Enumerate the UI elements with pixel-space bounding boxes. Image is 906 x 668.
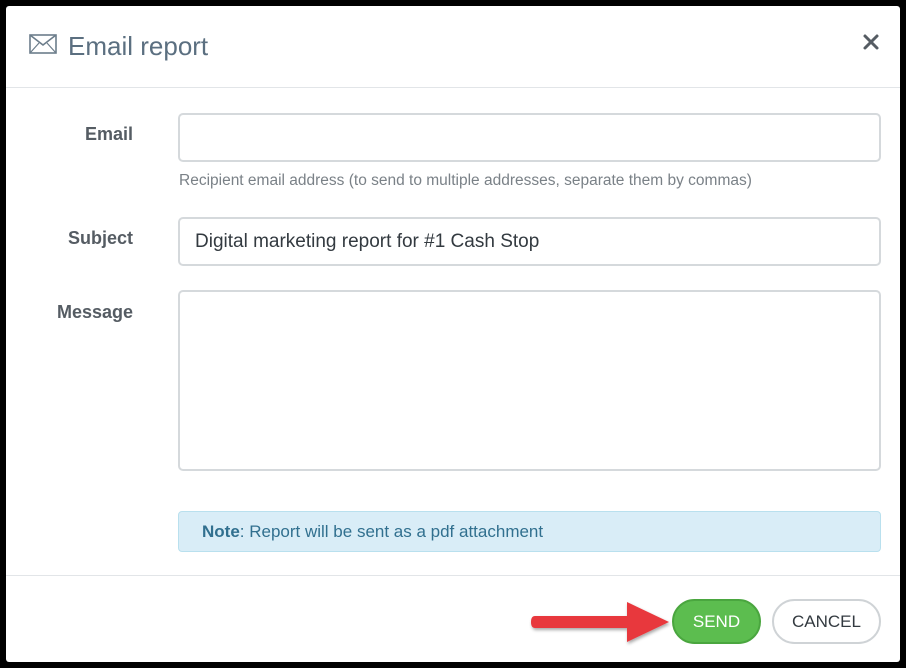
dialog-header: Email report [6, 6, 900, 88]
note-text: : Report will be sent as a pdf attachmen… [239, 522, 544, 541]
message-label: Message [56, 302, 133, 322]
subject-label: Subject [67, 228, 133, 248]
send-button[interactable]: SEND [672, 599, 761, 644]
footer-divider [6, 575, 900, 576]
note-alert: Note: Report will be sent as a pdf attac… [178, 511, 881, 552]
envelope-icon [29, 34, 57, 54]
red-arrow-icon [531, 602, 669, 642]
note-prefix: Note [202, 522, 240, 541]
email-report-dialog: Email report Email Recipient email addre… [6, 6, 900, 662]
message-textarea[interactable] [178, 290, 881, 471]
close-icon[interactable] [859, 30, 883, 54]
subject-input[interactable] [178, 217, 881, 266]
email-label: Email [84, 124, 133, 144]
dialog-title: Email report [68, 31, 209, 61]
email-input[interactable] [178, 113, 881, 162]
email-help-text: Recipient email address (to send to mult… [179, 172, 752, 189]
cancel-button[interactable]: CANCEL [772, 599, 881, 644]
